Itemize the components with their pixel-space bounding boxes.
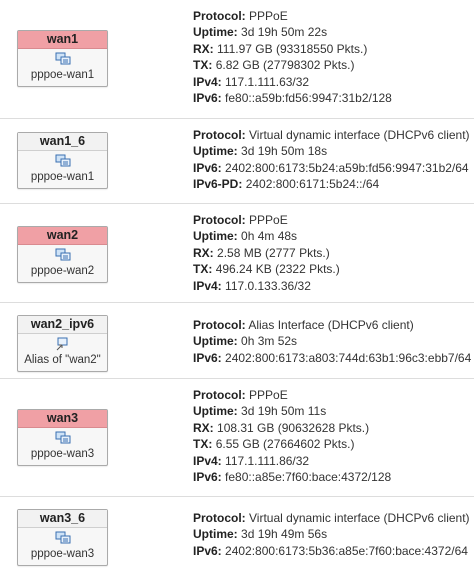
interface-badge-wan2_ipv6[interactable]: wan2_ipv6 Alias of "wan2" [17,315,108,372]
protocol-label: Protocol: [193,318,246,332]
tx-label: TX: [193,58,213,73]
interface-name: wan2 [18,227,107,245]
uptime-value: 3d 19h 50m 22s [241,25,328,40]
interface-badge-wan3[interactable]: wan3 pppoe-wan3 [17,409,108,466]
ipv4-label: IPv4: [193,74,222,89]
protocol-value: PPPoE [249,9,288,23]
interface-row-wan2_ipv6: wan2_ipv6 Alias of "wan2" Protocol: Alia… [0,302,474,378]
device-name: pppoe-wan1 [30,171,95,183]
protocol-label: Protocol: [193,9,246,23]
protocol-label: Protocol: [193,388,246,402]
ipv4-label: IPv4: [193,453,222,468]
uptime-label: Uptime: [193,144,238,159]
ipv6-value: fe80::a85e:7f60:bace:4372/128 [225,470,392,485]
rx-value: 108.31 GB (90632628 Pkts.) [217,420,370,435]
ipv4-value: 117.1.111.63/32 [225,74,310,89]
uptime-value: 0h 4m 48s [241,229,298,244]
ipv6pd-value: 2402:800:6171:5b24::/64 [245,177,380,192]
interface-row-wan2: wan2 pppoe-wan2 Protocol: PPPoE Uptime: … [0,203,474,302]
protocol-value: PPPoE [249,213,288,227]
interface-row-wan1: wan1 pppoe-wan1 Protocol: PPPoE Uptime: … [0,0,474,117]
tx-value: 496.24 KB (2322 Pkts.) [215,262,340,277]
protocol-value: Alias Interface (DHCPv6 client) [248,318,414,332]
uptime-value: 3d 19h 49m 56s [241,527,328,542]
tx-value: 6.55 GB (27664602 Pkts.) [215,437,355,452]
protocol-value: Virtual dynamic interface (DHCPv6 client… [249,128,470,142]
interface-badge-wan1_6[interactable]: wan1_6 pppoe-wan1 [17,132,108,189]
interface-badge-wan2[interactable]: wan2 pppoe-wan2 [17,226,108,283]
ipv6-value: 2402:800:6173:a803:744d:63b1:96c3:ebb7/6… [225,350,472,365]
ipv4-value: 117.0.133.36/32 [225,278,311,293]
interface-name: wan3 [18,410,107,428]
interface-row-wan1_6: wan1_6 pppoe-wan1 Protocol: Virtual dyna… [0,118,474,203]
interface-name: wan3_6 [18,510,107,528]
network-device-icon [55,52,70,65]
ipv6-label: IPv6: [193,160,222,175]
interface-info: Protocol: PPPoE Uptime: 3d 19h 50m 11s R… [193,387,472,485]
rx-label: RX: [193,420,214,435]
tx-value: 6.82 GB (27798302 Pkts.) [215,58,355,73]
uptime-value: 3d 19h 50m 11s [241,404,327,419]
interface-info: Protocol: PPPoE Uptime: 3d 19h 50m 22s R… [193,8,472,106]
rx-label: RX: [193,41,214,56]
rx-value: 111.97 GB (93318550 Pkts.) [217,41,368,56]
device-name: pppoe-wan2 [30,265,95,277]
network-device-icon [55,154,70,167]
interface-info: Protocol: Alias Interface (DHCPv6 client… [193,317,472,366]
device-name: pppoe-wan3 [30,548,95,560]
device-name: pppoe-wan3 [30,448,95,460]
interface-row-wan3: wan3 pppoe-wan3 Protocol: PPPoE Uptime: … [0,378,474,496]
uptime-label: Uptime: [193,404,238,419]
device-name: Alias of "wan2" [24,354,101,366]
uptime-label: Uptime: [193,229,238,244]
uptime-label: Uptime: [193,25,238,40]
interface-badge-wan1[interactable]: wan1 pppoe-wan1 [17,30,108,87]
ipv4-label: IPv4: [193,278,222,293]
ipv6-label: IPv6: [193,350,222,365]
interface-info: Protocol: Virtual dynamic interface (DHC… [193,510,472,559]
tx-label: TX: [193,262,213,277]
ipv4-value: 117.1.111.86/32 [225,453,310,468]
interface-name: wan2_ipv6 [18,316,107,334]
uptime-value: 3d 19h 50m 18s [241,144,328,159]
protocol-value: PPPoE [249,388,288,402]
ipv6pd-label: IPv6-PD: [193,177,243,192]
ipv6-value: fe80::a59b:fd56:9947:31b2/128 [225,91,392,106]
network-device-icon [55,531,70,544]
alias-interface-icon [56,337,67,351]
uptime-label: Uptime: [193,334,238,349]
ipv6-label: IPv6: [193,543,222,558]
device-name: pppoe-wan1 [30,69,95,81]
network-device-icon [55,248,70,261]
ipv6-label: IPv6: [193,91,222,106]
protocol-label: Protocol: [193,128,246,142]
interface-name: wan1_6 [18,133,107,151]
ipv6-label: IPv6: [193,470,222,485]
ipv6-value: 2402:800:6173:5b24:a59b:fd56:9947:31b2/6… [225,160,469,175]
protocol-label: Protocol: [193,511,246,525]
uptime-label: Uptime: [193,527,238,542]
network-device-icon [55,431,70,444]
ipv6-value: 2402:800:6173:5b36:a85e:7f60:bace:4372/6… [225,543,468,558]
interface-row-wan3_6: wan3_6 pppoe-wan3 Protocol: Virtual dyna… [0,496,474,571]
uptime-value: 0h 3m 52s [241,334,298,349]
interface-info: Protocol: PPPoE Uptime: 0h 4m 48s RX: 2.… [193,212,472,294]
interface-badge-wan3_6[interactable]: wan3_6 pppoe-wan3 [17,509,108,566]
rx-label: RX: [193,245,214,260]
interface-name: wan1 [18,31,107,49]
protocol-value: Virtual dynamic interface (DHCPv6 client… [249,511,470,525]
interface-info: Protocol: Virtual dynamic interface (DHC… [193,127,472,193]
tx-label: TX: [193,437,213,452]
protocol-label: Protocol: [193,213,246,227]
rx-value: 2.58 MB (2777 Pkts.) [217,245,330,260]
